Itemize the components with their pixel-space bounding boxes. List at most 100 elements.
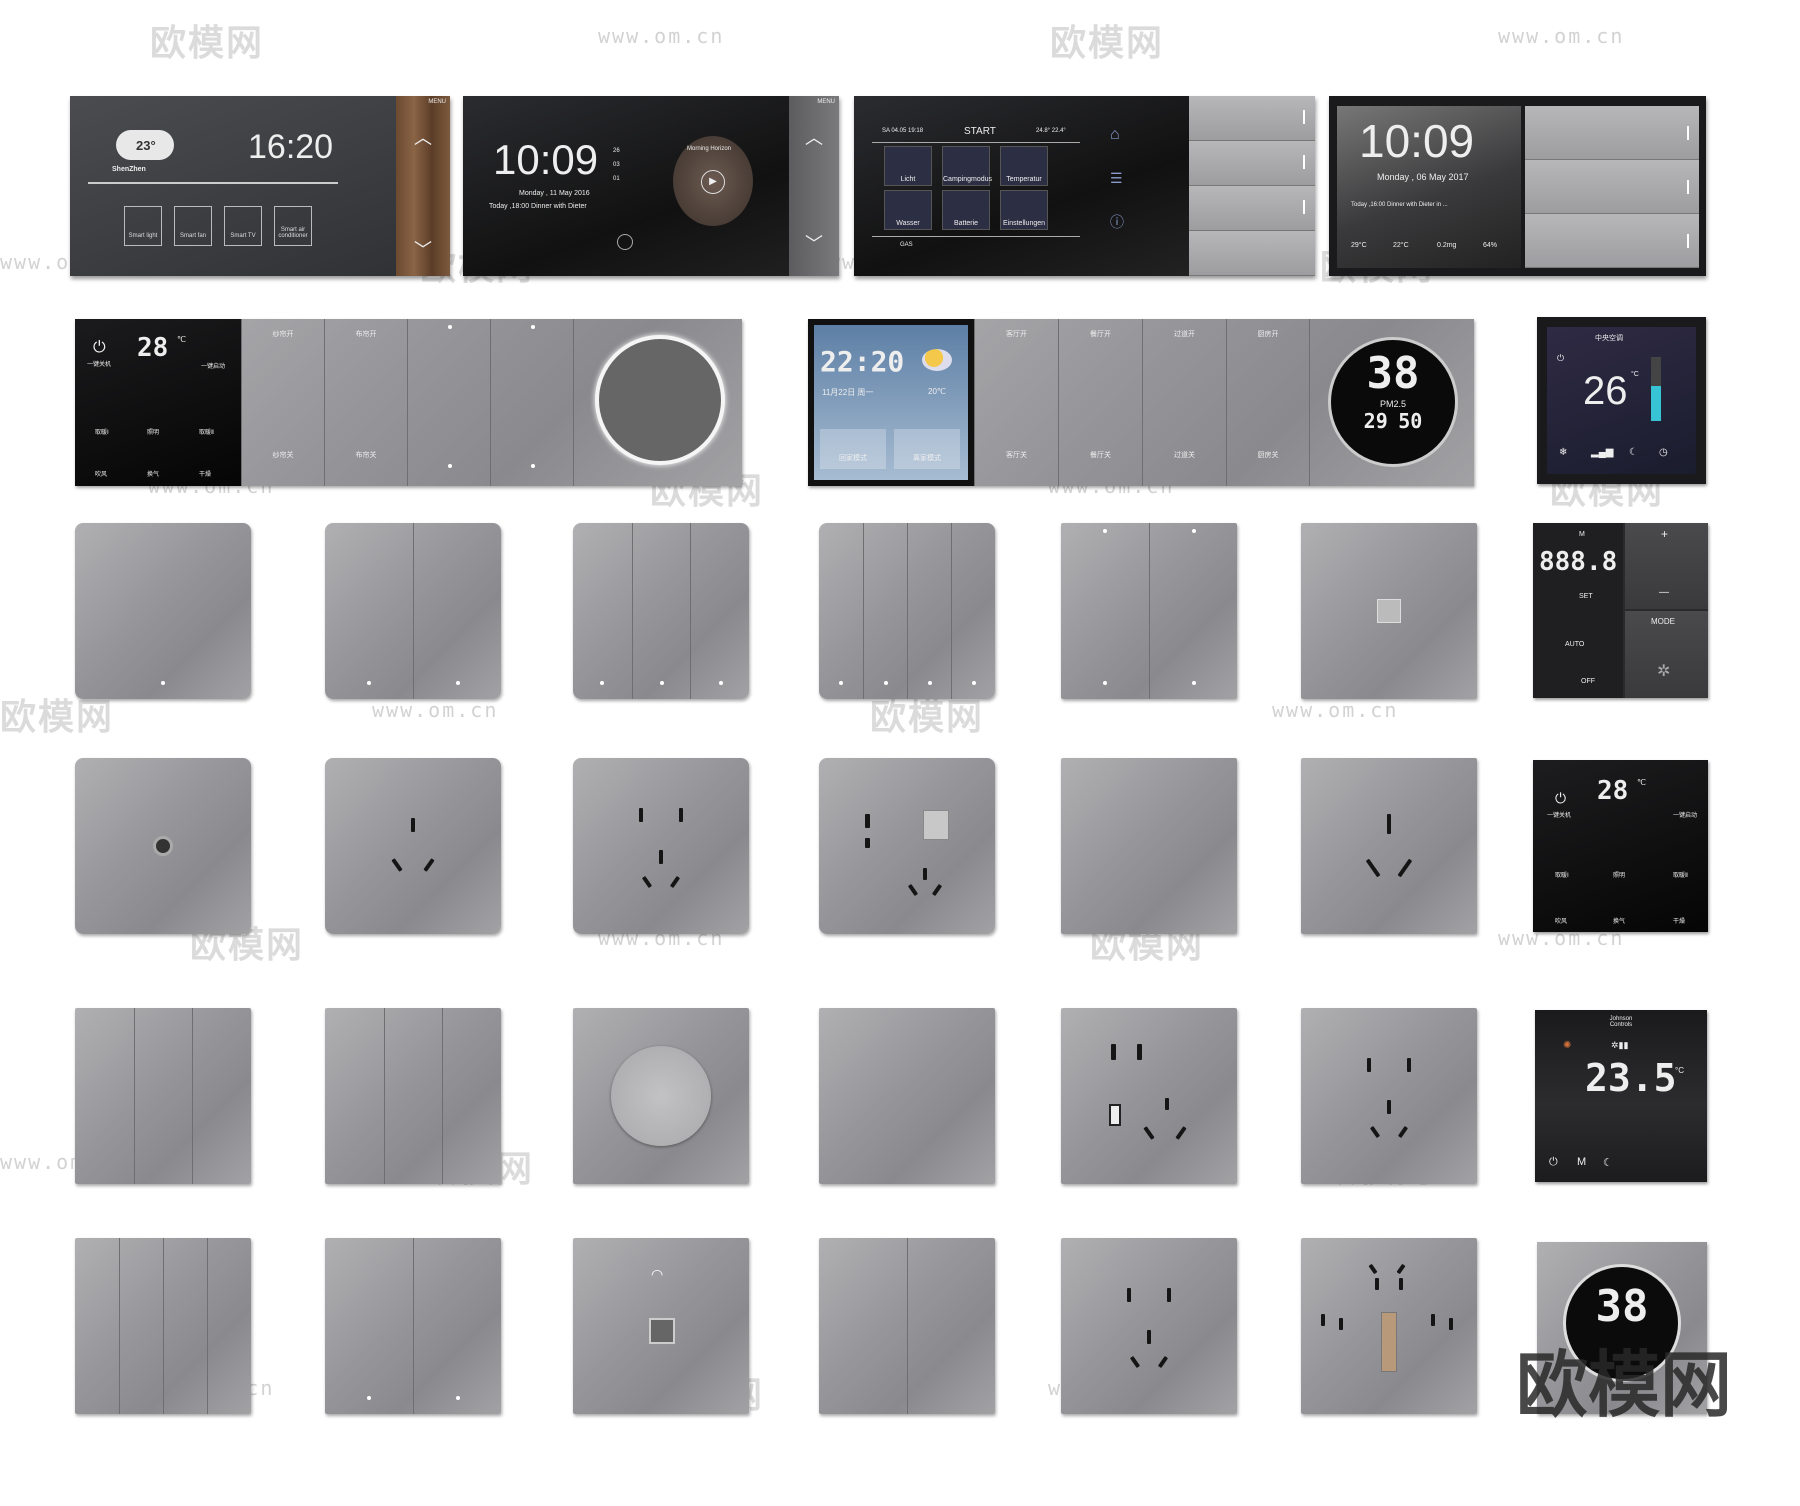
- socket-5hole-plate[interactable]: [573, 758, 749, 934]
- gang-kitchen[interactable]: 厨房开 厨房关: [1226, 319, 1310, 486]
- rocker-plate[interactable]: [819, 523, 995, 699]
- info-icon[interactable]: ⓘ: [1110, 212, 1124, 232]
- wifi-data-plate[interactable]: ◠: [573, 1238, 749, 1414]
- chevron-down-icon[interactable]: ﹀: [805, 230, 823, 256]
- function-dry[interactable]: 干燥: [1673, 916, 1685, 925]
- rocker-plate[interactable]: [325, 523, 501, 699]
- rocker-gang[interactable]: [75, 1008, 134, 1184]
- data-socket-plate[interactable]: [1301, 523, 1477, 699]
- rocker-gang[interactable]: [75, 1238, 119, 1414]
- home-mode-button[interactable]: 回家模式: [820, 429, 886, 469]
- function-dry[interactable]: 干燥: [199, 469, 211, 478]
- gang-2[interactable]: 布帘开 布帘关: [324, 319, 407, 486]
- gang-living[interactable]: 客厅开 客厅关: [974, 319, 1058, 486]
- switch-button-4[interactable]: [1189, 231, 1315, 276]
- rocker-plate[interactable]: [325, 1008, 501, 1184]
- socket-3pin-plate[interactable]: [325, 758, 501, 934]
- media-thumbnail[interactable]: Morning Horizon ▶: [673, 136, 753, 226]
- gang-hallway[interactable]: 过道开 过道关: [1142, 319, 1226, 486]
- tile-wasser[interactable]: Wasser: [885, 220, 931, 227]
- away-mode-button[interactable]: 离家模式: [894, 429, 960, 469]
- rocker-gang[interactable]: [819, 1238, 907, 1414]
- socket-3pin-large-plate[interactable]: [1301, 758, 1477, 934]
- rocker-gang[interactable]: [207, 1238, 251, 1414]
- rocker-gang[interactable]: [1149, 523, 1237, 699]
- chevron-up-icon[interactable]: ︿: [805, 124, 823, 150]
- rocker-gang[interactable]: [951, 523, 995, 699]
- home-icon[interactable]: ⌂: [1110, 126, 1120, 144]
- socket-5hole-plate[interactable]: [1061, 1238, 1237, 1414]
- function-light[interactable]: 照明: [1613, 870, 1625, 879]
- rocker-gang[interactable]: [413, 1238, 501, 1414]
- smart-tv-button[interactable]: Smart TV: [224, 206, 262, 246]
- rocker-gang[interactable]: [907, 1238, 995, 1414]
- blank-plate[interactable]: [819, 1008, 995, 1184]
- clock-icon[interactable]: ◷: [1659, 447, 1668, 458]
- round-knob[interactable]: [595, 335, 725, 465]
- rocker-gang[interactable]: [907, 523, 951, 699]
- dimmer-knob[interactable]: [611, 1046, 711, 1146]
- rocker-gang[interactable]: [631, 523, 691, 699]
- rocker-gang[interactable]: [119, 1238, 163, 1414]
- moon-icon[interactable]: ☾: [1629, 447, 1638, 458]
- switch-button-2[interactable]: [1525, 160, 1699, 214]
- function-vent[interactable]: 换气: [1613, 916, 1625, 925]
- function-heat1[interactable]: 取暖Ⅰ: [95, 427, 109, 436]
- socket-5hole-plate[interactable]: [1301, 1008, 1477, 1184]
- rocker-plate[interactable]: [573, 523, 749, 699]
- rocker-gang[interactable]: [133, 1008, 193, 1184]
- list-icon[interactable]: ☰: [1110, 170, 1123, 187]
- gang-4[interactable]: [490, 319, 573, 486]
- function-heat1[interactable]: 取暖Ⅰ: [1555, 870, 1569, 879]
- switch-button-1[interactable]: [1525, 106, 1699, 160]
- rocker-gang[interactable]: [75, 523, 251, 699]
- function-heat2[interactable]: 取暖Ⅱ: [1673, 870, 1688, 879]
- power-icon[interactable]: ⏻: [1557, 353, 1564, 364]
- plus-icon[interactable]: +: [1661, 527, 1668, 541]
- chevron-up-icon[interactable]: ︿: [414, 124, 432, 150]
- blank-plate[interactable]: [1061, 758, 1237, 934]
- rocker-gang[interactable]: [325, 1008, 384, 1184]
- rocker-plate[interactable]: [819, 1238, 995, 1414]
- tile-batterie[interactable]: Batterie: [943, 220, 989, 227]
- rocker-plate[interactable]: [1061, 523, 1237, 699]
- power-button[interactable]: ⏻: [1549, 1156, 1558, 1169]
- switch-button-3[interactable]: [1525, 214, 1699, 268]
- rocker-gang[interactable]: [192, 1008, 251, 1184]
- chevron-down-icon[interactable]: ﹀: [414, 236, 432, 262]
- tv-socket-plate[interactable]: [75, 758, 251, 934]
- rocker-gang[interactable]: [819, 523, 863, 699]
- temp-level-bar[interactable]: [1651, 357, 1661, 421]
- function-blow[interactable]: 吹风: [1555, 916, 1567, 925]
- microphone-icon[interactable]: [617, 234, 633, 250]
- rocker-gang[interactable]: [690, 523, 749, 699]
- function-heat2[interactable]: 取暖Ⅱ: [199, 427, 214, 436]
- rocker-gang[interactable]: [1061, 523, 1149, 699]
- smart-ac-button[interactable]: Smart air conditioner: [274, 206, 312, 246]
- rocker-gang[interactable]: [383, 1008, 443, 1184]
- gang-3[interactable]: [407, 319, 490, 486]
- play-icon[interactable]: ▶: [701, 170, 725, 194]
- rocker-gang[interactable]: [325, 1238, 413, 1414]
- tile-temperatur[interactable]: Temperatur: [1001, 176, 1047, 183]
- rocker-plate[interactable]: [75, 1008, 251, 1184]
- rocker-gang[interactable]: [163, 1238, 207, 1414]
- rocker-gang[interactable]: [863, 523, 907, 699]
- gang-1[interactable]: 纱帘开 纱帘关: [241, 319, 324, 486]
- socket-2pin-data-plate[interactable]: [819, 758, 995, 934]
- multi-socket-plate[interactable]: [1301, 1238, 1477, 1414]
- rocker-gang[interactable]: [413, 523, 501, 699]
- dimmer-plate[interactable]: [573, 1008, 749, 1184]
- function-blow[interactable]: 吹风: [95, 469, 107, 478]
- tile-campingmodus[interactable]: Campingmodus: [943, 176, 992, 183]
- up-down-button[interactable]: + —: [1625, 523, 1708, 609]
- tile-einstellungen[interactable]: Einstellungen: [1001, 220, 1047, 227]
- minus-icon[interactable]: —: [1659, 587, 1669, 598]
- snowflake-icon[interactable]: ❄: [1559, 447, 1567, 458]
- switch-button-1[interactable]: [1189, 96, 1315, 141]
- function-light[interactable]: 照明: [147, 427, 159, 436]
- socket-usb-plate[interactable]: [1061, 1008, 1237, 1184]
- rocker-plate[interactable]: [75, 523, 251, 699]
- night-button[interactable]: ☾: [1603, 1156, 1613, 1169]
- gang-dining[interactable]: 餐厅开 餐厅关: [1058, 319, 1142, 486]
